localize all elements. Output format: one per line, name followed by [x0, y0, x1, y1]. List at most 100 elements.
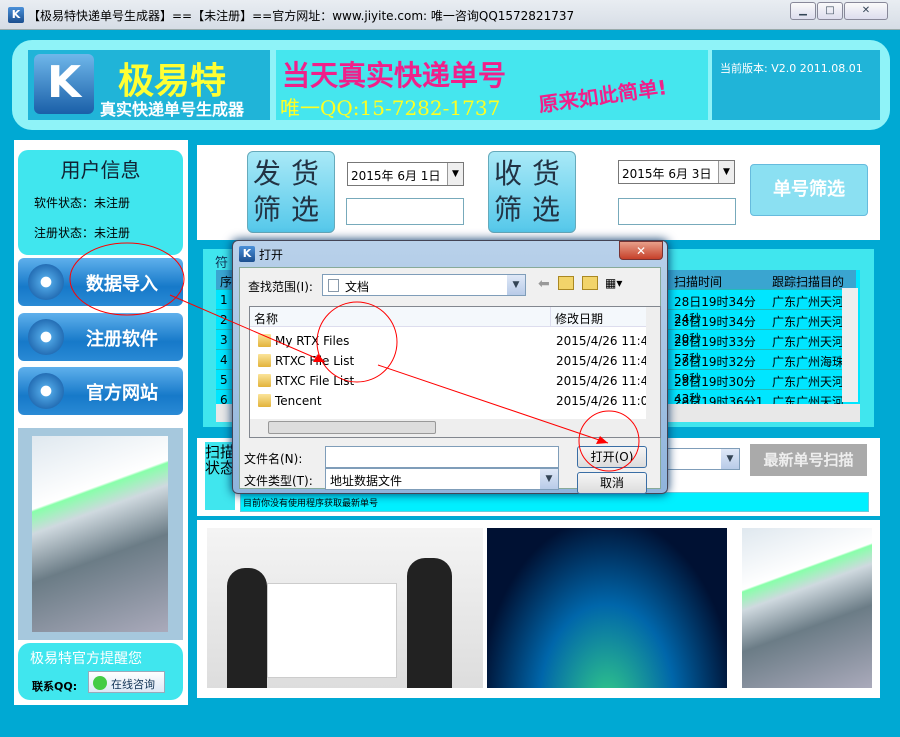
- chevron-down-icon[interactable]: ▼: [507, 275, 525, 295]
- online-consult-button[interactable]: 在线咨询: [88, 671, 165, 693]
- contact-panel: 极易特官方提醒您 联系QQ: 在线咨询: [18, 643, 183, 700]
- train-image: [32, 436, 168, 632]
- filetype-select[interactable]: 地址数据文件 ▼: [325, 468, 559, 490]
- column-name[interactable]: 名称: [250, 307, 550, 327]
- look-in-select[interactable]: 文档 ▼: [322, 274, 526, 296]
- logo-block: K 极易特 真实快递单号生成器: [28, 50, 270, 120]
- dialog-title: 打开: [259, 246, 283, 263]
- chevron-down-icon[interactable]: ▼: [721, 449, 739, 469]
- logo-k-icon: K: [34, 54, 94, 114]
- document-icon: [328, 279, 339, 292]
- date-value: 2015年 6月 3日: [622, 167, 711, 181]
- maximize-button[interactable]: □: [817, 2, 843, 20]
- number-filter-button[interactable]: 单号筛选: [750, 164, 868, 216]
- file-item[interactable]: RTXC File List 2015/4/26 11:41: [250, 351, 650, 371]
- brand-subtitle: 真实快递单号生成器: [100, 96, 244, 120]
- arrow-circle-icon: [28, 319, 64, 355]
- file-date: 2015/4/26 11:41: [556, 374, 646, 388]
- chevron-down-icon[interactable]: ▼: [540, 469, 558, 489]
- date-value: 2015年 6月 1日: [351, 169, 440, 183]
- up-folder-icon[interactable]: [558, 276, 574, 290]
- file-list-vscroll[interactable]: [646, 307, 660, 419]
- handshake-image: [487, 528, 727, 688]
- receive-date-picker[interactable]: 2015年 6月 3日 ▼: [618, 160, 735, 184]
- register-software-button[interactable]: 注册软件: [18, 313, 183, 361]
- ship-text-field[interactable]: [346, 198, 464, 225]
- file-name: Tencent: [275, 394, 322, 408]
- filetype-label: 文件类型(T):: [244, 472, 313, 489]
- cell-index: 4: [220, 353, 228, 367]
- file-list[interactable]: 名称 修改日期 My RTX Files 2015/4/26 11:42 RTXC …: [249, 306, 661, 438]
- column-date[interactable]: 修改日期: [550, 307, 646, 327]
- slogan-text: 当天真实快递单号: [282, 54, 506, 94]
- train-image-panel: [18, 428, 183, 640]
- dialog-close-button[interactable]: ✕: [619, 241, 663, 260]
- folder-icon: [258, 354, 271, 367]
- dialog-body: 查找范围(I): 文档 ▼ ⬅ ▦▾ 名称 修改日期 My RTX Files 20…: [239, 267, 661, 489]
- official-site-button[interactable]: 官方网站: [18, 367, 183, 415]
- chevron-down-icon[interactable]: ▼: [718, 161, 734, 183]
- file-item[interactable]: Tencent 2015/4/26 11:00: [250, 391, 650, 411]
- ship-date-picker[interactable]: 2015年 6月 1日 ▼: [347, 162, 464, 186]
- dialog-icon: K: [239, 246, 255, 262]
- user-info-title: 用户信息: [18, 154, 183, 183]
- user-info-panel: 用户信息 软件状态：未注册 注册状态：未注册: [18, 150, 183, 255]
- chevron-down-icon[interactable]: ▼: [447, 163, 463, 185]
- table-scrollbar[interactable]: [842, 288, 858, 402]
- folder-icon: [258, 334, 271, 347]
- look-in-value: 文档: [345, 280, 369, 294]
- close-button[interactable]: ✕: [844, 2, 888, 20]
- slogan-block: 当天真实快递单号 唯一QQ:15-7282-1737 原来如此简单!: [276, 50, 708, 120]
- title-bar: K 【极易特快递单号生成器】==【未注册】==官方网址：www.jiyite.c…: [0, 0, 900, 30]
- qq-text: 唯一QQ:15-7282-1737: [280, 92, 500, 121]
- filename-input[interactable]: [325, 446, 559, 468]
- file-name: RTXC File List: [275, 354, 354, 368]
- arrow-circle-icon: [28, 264, 64, 300]
- scan-latest-button[interactable]: 最新单号扫描: [750, 444, 867, 476]
- data-import-button[interactable]: 数据导入: [18, 258, 183, 306]
- cell-index: 2: [220, 313, 228, 327]
- file-item[interactable]: RTXC File List 2015/4/26 11:41: [250, 371, 650, 391]
- receive-filter-button[interactable]: 收货筛选: [488, 151, 576, 233]
- slogan2-text: 原来如此简单!: [537, 71, 669, 118]
- ship-filter-button[interactable]: 发货筛选: [247, 151, 335, 233]
- open-button[interactable]: 打开(O): [577, 446, 647, 468]
- arrow-circle-icon: [28, 373, 64, 409]
- scan-status-text: 目前你没有使用程序获取最新单号: [240, 492, 869, 512]
- file-list-hscroll[interactable]: [250, 419, 660, 437]
- button-label: 注册软件: [86, 325, 158, 351]
- app-icon: K: [8, 7, 24, 23]
- window-title: 【极易特快递单号生成器】==【未注册】==官方网址：www.jiyite.com…: [28, 7, 574, 24]
- group-label: 符: [215, 252, 228, 271]
- cell-index: 1: [220, 293, 228, 307]
- receive-text-field[interactable]: [618, 198, 736, 225]
- open-file-dialog: K 打开 ✕ 查找范围(I): 文档 ▼ ⬅ ▦▾ 名称 修改日期 My RTX …: [232, 240, 668, 494]
- file-date: 2015/4/26 11:41: [556, 354, 646, 368]
- train-image-2: [742, 528, 872, 688]
- button-label: 在线咨询: [111, 678, 155, 691]
- view-menu-icon[interactable]: ▦▾: [605, 276, 622, 290]
- file-date: 2015/4/26 11:42: [556, 334, 646, 348]
- file-item[interactable]: My RTX Files 2015/4/26 11:42: [250, 331, 650, 351]
- minimize-button[interactable]: ▁: [790, 2, 816, 20]
- file-date: 2015/4/26 11:00: [556, 394, 646, 408]
- filename-label: 文件名(N):: [244, 450, 302, 467]
- cancel-button[interactable]: 取消: [577, 472, 647, 494]
- business-people-image: [207, 528, 483, 688]
- scan-status-label: 扫描状态: [205, 442, 235, 510]
- contact-title: 极易特官方提醒您: [30, 648, 142, 668]
- look-in-label: 查找范围(I):: [248, 278, 313, 295]
- new-folder-icon[interactable]: [582, 276, 598, 290]
- software-status: 软件状态：未注册: [34, 194, 130, 211]
- header-index: 序: [220, 273, 232, 290]
- qq-icon: [93, 676, 107, 690]
- qq-label: 联系QQ:: [32, 678, 77, 694]
- file-name: My RTX Files: [275, 334, 349, 348]
- folder-icon: [258, 374, 271, 387]
- cell-index: 5: [220, 373, 228, 387]
- folder-icon: [258, 394, 271, 407]
- file-name: RTXC File List: [275, 374, 354, 388]
- version-info: 当前版本: V2.0 2011.08.01: [712, 50, 880, 120]
- back-icon[interactable]: ⬅: [538, 276, 550, 292]
- filetype-value: 地址数据文件: [330, 474, 402, 488]
